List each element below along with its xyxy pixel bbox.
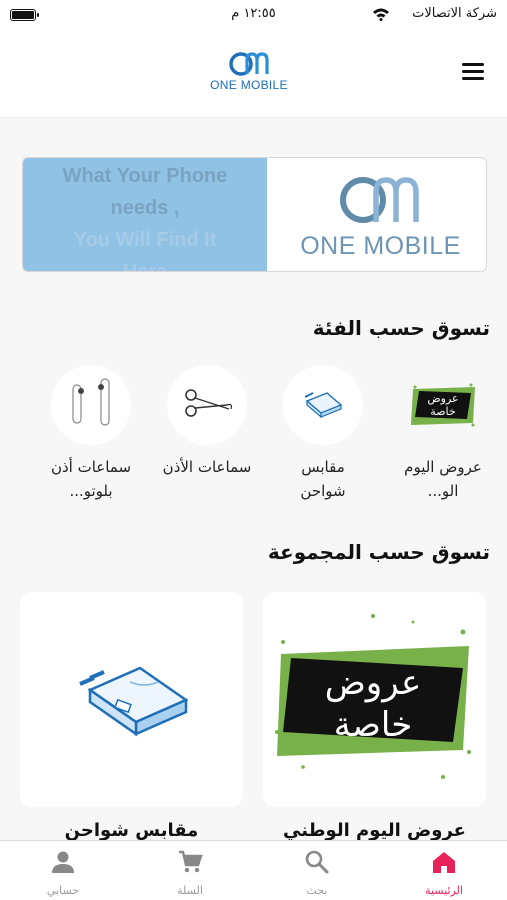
tab-label: السلة	[177, 884, 203, 897]
category-label: مقابس شواحن	[300, 458, 346, 500]
group-card-chargers[interactable]	[20, 592, 243, 807]
groups-section-title: تسوق حسب المجموعة	[267, 540, 490, 564]
banner-tagline-line: Here	[122, 261, 168, 272]
banner-logo-text: ONE MOBILE	[300, 232, 461, 260]
offer-image-text: عروض خاصة	[427, 392, 459, 418]
category-item-earphones[interactable]: سماعات الأذن	[162, 365, 252, 479]
tab-label: حسابي	[46, 884, 80, 897]
airpods-icon	[72, 378, 110, 426]
logo-mark-icon	[340, 177, 419, 223]
cart-icon	[179, 850, 203, 873]
app-logo[interactable]: ONE MOBILE	[203, 50, 295, 96]
group-label: عروض اليوم الوطني	[283, 820, 466, 841]
app-header: ONE MOBILE	[0, 30, 507, 118]
banner-tagline-line: needs ,	[110, 197, 180, 219]
category-item-bluetooth-earphones[interactable]: سماعات أذن بلوتو...	[46, 365, 136, 503]
category-label: سماعات أذن بلوتو...	[50, 458, 132, 500]
banner-logo: ONE MOBILE	[283, 172, 478, 262]
banner-tagline-line: You Will Find It	[73, 229, 217, 251]
group-label: مقابس شواحن	[64, 820, 199, 841]
offer-image-text: عروض خاصة	[324, 663, 422, 745]
charger-icon	[79, 666, 189, 737]
category-item-special-offers[interactable]: عروض خاصة عروض اليوم الو...	[398, 365, 488, 503]
search-icon	[305, 850, 329, 874]
status-bar: شركة الاتصالات ١٢:٥٥ م	[0, 0, 507, 30]
tab-cart[interactable]: السلة	[127, 841, 253, 900]
group-card-national-day-offers[interactable]: عروض خاصة	[263, 592, 486, 807]
logo-mark-icon	[229, 52, 269, 76]
battery-icon	[10, 9, 39, 21]
logo-text: ONE MOBILE	[210, 78, 288, 92]
category-label: سماعات الأذن	[162, 458, 252, 476]
tab-account[interactable]: حسابي	[0, 841, 126, 900]
earphones-icon	[185, 389, 233, 417]
bottom-tab-bar: الرئيسية بحث السلة حسابي	[0, 840, 507, 900]
tab-label: بحث	[306, 884, 328, 897]
categories-section-title: تسوق حسب الفئة	[312, 316, 490, 340]
home-icon	[433, 852, 455, 873]
category-item-chargers[interactable]: مقابس شواحن	[278, 365, 368, 503]
clock: ١٢:٥٥ م	[231, 6, 276, 21]
tab-label: الرئيسية	[425, 884, 463, 897]
tab-search[interactable]: بحث	[254, 841, 380, 900]
tab-home[interactable]: الرئيسية	[381, 841, 507, 900]
user-icon	[52, 851, 74, 873]
category-label: عروض اليوم الو...	[404, 458, 482, 500]
promo-banner[interactable]: What Your Phone needs , You Will Find It…	[22, 157, 487, 272]
banner-tagline-panel: What Your Phone needs , You Will Find It…	[23, 158, 267, 271]
hamburger-icon	[462, 63, 484, 66]
charger-icon	[304, 392, 343, 419]
banner-tagline-line: What Your Phone	[62, 165, 228, 187]
menu-button[interactable]	[456, 58, 490, 86]
